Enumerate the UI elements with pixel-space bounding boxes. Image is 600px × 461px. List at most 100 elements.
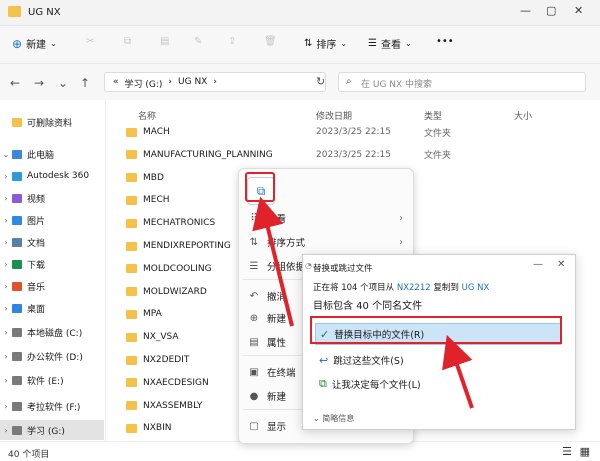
new-label: 新建	[26, 40, 47, 51]
sidebar-item[interactable]: ⌄ 此电脑	[0, 144, 104, 164]
delete-icon[interactable]: 🗑	[264, 36, 277, 47]
breadcrumb-folder[interactable]: UG NX	[178, 77, 207, 87]
view-label: 查看	[380, 40, 401, 51]
context-menu-item[interactable]: ⠿ 查看 ›	[247, 207, 409, 229]
expand-chevron-icon[interactable]: ›	[0, 352, 12, 361]
expand-chevron-icon[interactable]: ›	[0, 172, 12, 181]
menu-item-label: 分组依据	[267, 262, 306, 273]
sidebar-item-label: 软件 (E:)	[27, 376, 64, 387]
sidebar-item[interactable]: › 图片	[0, 210, 104, 230]
column-header-type[interactable]: 类型	[424, 109, 442, 122]
sidebar-item-icon	[12, 193, 22, 203]
expand-chevron-icon[interactable]: ›	[0, 328, 12, 337]
submenu-arrow-icon: ›	[399, 212, 403, 224]
breadcrumb[interactable]: « 学习 (G:) › UG NX ›	[104, 72, 326, 92]
sidebar-item-icon	[12, 149, 22, 159]
file-row[interactable]: MACH 2023/3/25 22:15 文件夹	[126, 122, 596, 142]
sidebar-item[interactable]: › 音乐	[0, 276, 104, 296]
file-date: 2023/3/25 22:15	[316, 127, 391, 137]
sidebar-item[interactable]: › 桌面	[0, 298, 104, 318]
sidebar-item[interactable]: › 本地磁盘 (C:)	[0, 322, 104, 342]
sidebar-item-label: 考拉软件 (F:)	[27, 402, 81, 413]
folder-icon	[126, 150, 137, 160]
destination-link[interactable]: UG NX	[462, 283, 490, 293]
file-row[interactable]: MANUFACTURING_PLANNING 2023/3/25 22:15 文件夹	[126, 145, 596, 165]
sidebar-item-label: 本地磁盘 (C:)	[27, 328, 83, 339]
breadcrumb-drive[interactable]: 学习 (G:)	[125, 77, 163, 90]
sidebar-item[interactable]: › 软件 (E:)	[0, 370, 104, 390]
copy-icon[interactable]: ⧉	[124, 36, 131, 47]
search-placeholder: 在 UG NX 中搜索	[361, 80, 433, 90]
sidebar-item[interactable]: › 办公软件 (D:)	[0, 346, 104, 366]
folder-icon	[126, 264, 137, 274]
expand-chevron-icon[interactable]: ›	[0, 304, 12, 313]
sidebar-item[interactable]: › Autodesk 360	[0, 166, 104, 186]
menu-item-label: 查看	[267, 214, 287, 225]
context-menu-item[interactable]: ⇅ 排序方式 ›	[247, 231, 409, 253]
paste-action-icon[interactable]: ⧉	[247, 177, 275, 205]
dialog-close-button[interactable]: ✕	[557, 259, 565, 270]
expand-chevron-icon[interactable]: ›	[0, 402, 12, 411]
decide-option[interactable]: ⧉ 让我决定每个文件(L)	[315, 373, 561, 395]
source-link[interactable]: NX2212	[397, 283, 431, 293]
menu-item-icon: ⊕	[249, 312, 259, 324]
expand-chevron-icon[interactable]: ›	[0, 260, 12, 269]
close-button[interactable]: ✕	[574, 4, 583, 17]
more-button[interactable]: •••	[436, 36, 454, 47]
less-details-toggle[interactable]: ⌄ 简略信息	[313, 413, 354, 424]
column-header-date[interactable]: 修改日期	[316, 109, 352, 122]
expand-chevron-icon[interactable]: ›	[0, 238, 12, 247]
details-view-icon[interactable]: ☰	[562, 445, 572, 458]
menu-item-label: 撤消	[267, 292, 287, 303]
back-icon[interactable]: ←	[10, 76, 20, 90]
copy-info-mid: 复制到	[433, 283, 459, 293]
sort-icon: ⇅	[304, 38, 313, 49]
submenu-arrow-icon: ›	[399, 236, 403, 248]
sidebar-item[interactable]: 可删除资料	[0, 112, 104, 132]
recent-chevron-icon[interactable]: ⌄	[58, 76, 68, 90]
sort-button[interactable]: ⇅ 排序 ⌄	[304, 36, 347, 51]
column-header-size[interactable]: 大小	[514, 109, 532, 122]
paste-icon[interactable]: ▤	[160, 36, 169, 47]
replace-option[interactable]: ✓ 替换目标中的文件(R)	[315, 323, 561, 345]
expand-chevron-icon[interactable]: ›	[0, 376, 12, 385]
breadcrumb-overflow[interactable]: «	[113, 77, 119, 87]
folder-icon	[126, 332, 137, 342]
folder-icon	[126, 355, 137, 365]
menu-item-icon: ●	[249, 390, 259, 402]
sidebar-item-label: 图片	[27, 216, 46, 227]
rename-icon[interactable]: ✎	[194, 36, 202, 47]
sidebar-item[interactable]: › 文档	[0, 232, 104, 252]
sidebar-item[interactable]: › 学习 (G:)	[0, 420, 104, 440]
sidebar-item[interactable]: › 视频	[0, 188, 104, 208]
share-icon[interactable]: ⇪	[228, 36, 236, 47]
sidebar-item-icon	[12, 375, 22, 385]
sidebar-item[interactable]: › 下载	[0, 254, 104, 274]
sidebar-item-icon	[12, 259, 22, 269]
refresh-icon[interactable]: ↻	[316, 75, 325, 88]
search-input[interactable]: ⌕ 在 UG NX 中搜索	[338, 72, 586, 92]
new-button[interactable]: ⊕ 新建 ⌄	[12, 36, 57, 52]
sidebar-item-label: 学习 (G:)	[27, 426, 65, 437]
up-icon[interactable]: ↑	[80, 76, 90, 90]
view-button[interactable]: ☰ 查看 ⌄	[368, 36, 412, 51]
maximize-button[interactable]: ▢	[546, 4, 556, 17]
sidebar-item-icon	[12, 351, 22, 361]
expand-chevron-icon[interactable]: ›	[0, 194, 12, 203]
tiles-view-icon[interactable]: ▦	[580, 445, 590, 458]
dialog-minimize-button[interactable]: —	[533, 259, 543, 270]
column-header-name[interactable]: 名称	[138, 109, 156, 122]
cut-icon[interactable]: ✂	[86, 36, 94, 47]
expand-chevron-icon[interactable]: ›	[0, 426, 12, 435]
minimize-button[interactable]: —	[520, 4, 531, 17]
expand-chevron-icon[interactable]: ›	[0, 216, 12, 225]
expand-chevron-icon[interactable]: ⌄	[0, 150, 12, 159]
expand-chevron-icon[interactable]: ›	[0, 282, 12, 291]
file-type: 文件夹	[424, 128, 452, 139]
sidebar-item-label: 文档	[27, 238, 46, 249]
sidebar-item[interactable]: › 考拉软件 (F:)	[0, 396, 104, 416]
skip-option[interactable]: ↩ 跳过这些文件(S)	[315, 349, 561, 371]
menu-item-icon: ↶	[249, 290, 259, 302]
forward-icon[interactable]: →	[34, 76, 44, 90]
title-bar: UG NX — ▢ ✕	[0, 0, 600, 26]
